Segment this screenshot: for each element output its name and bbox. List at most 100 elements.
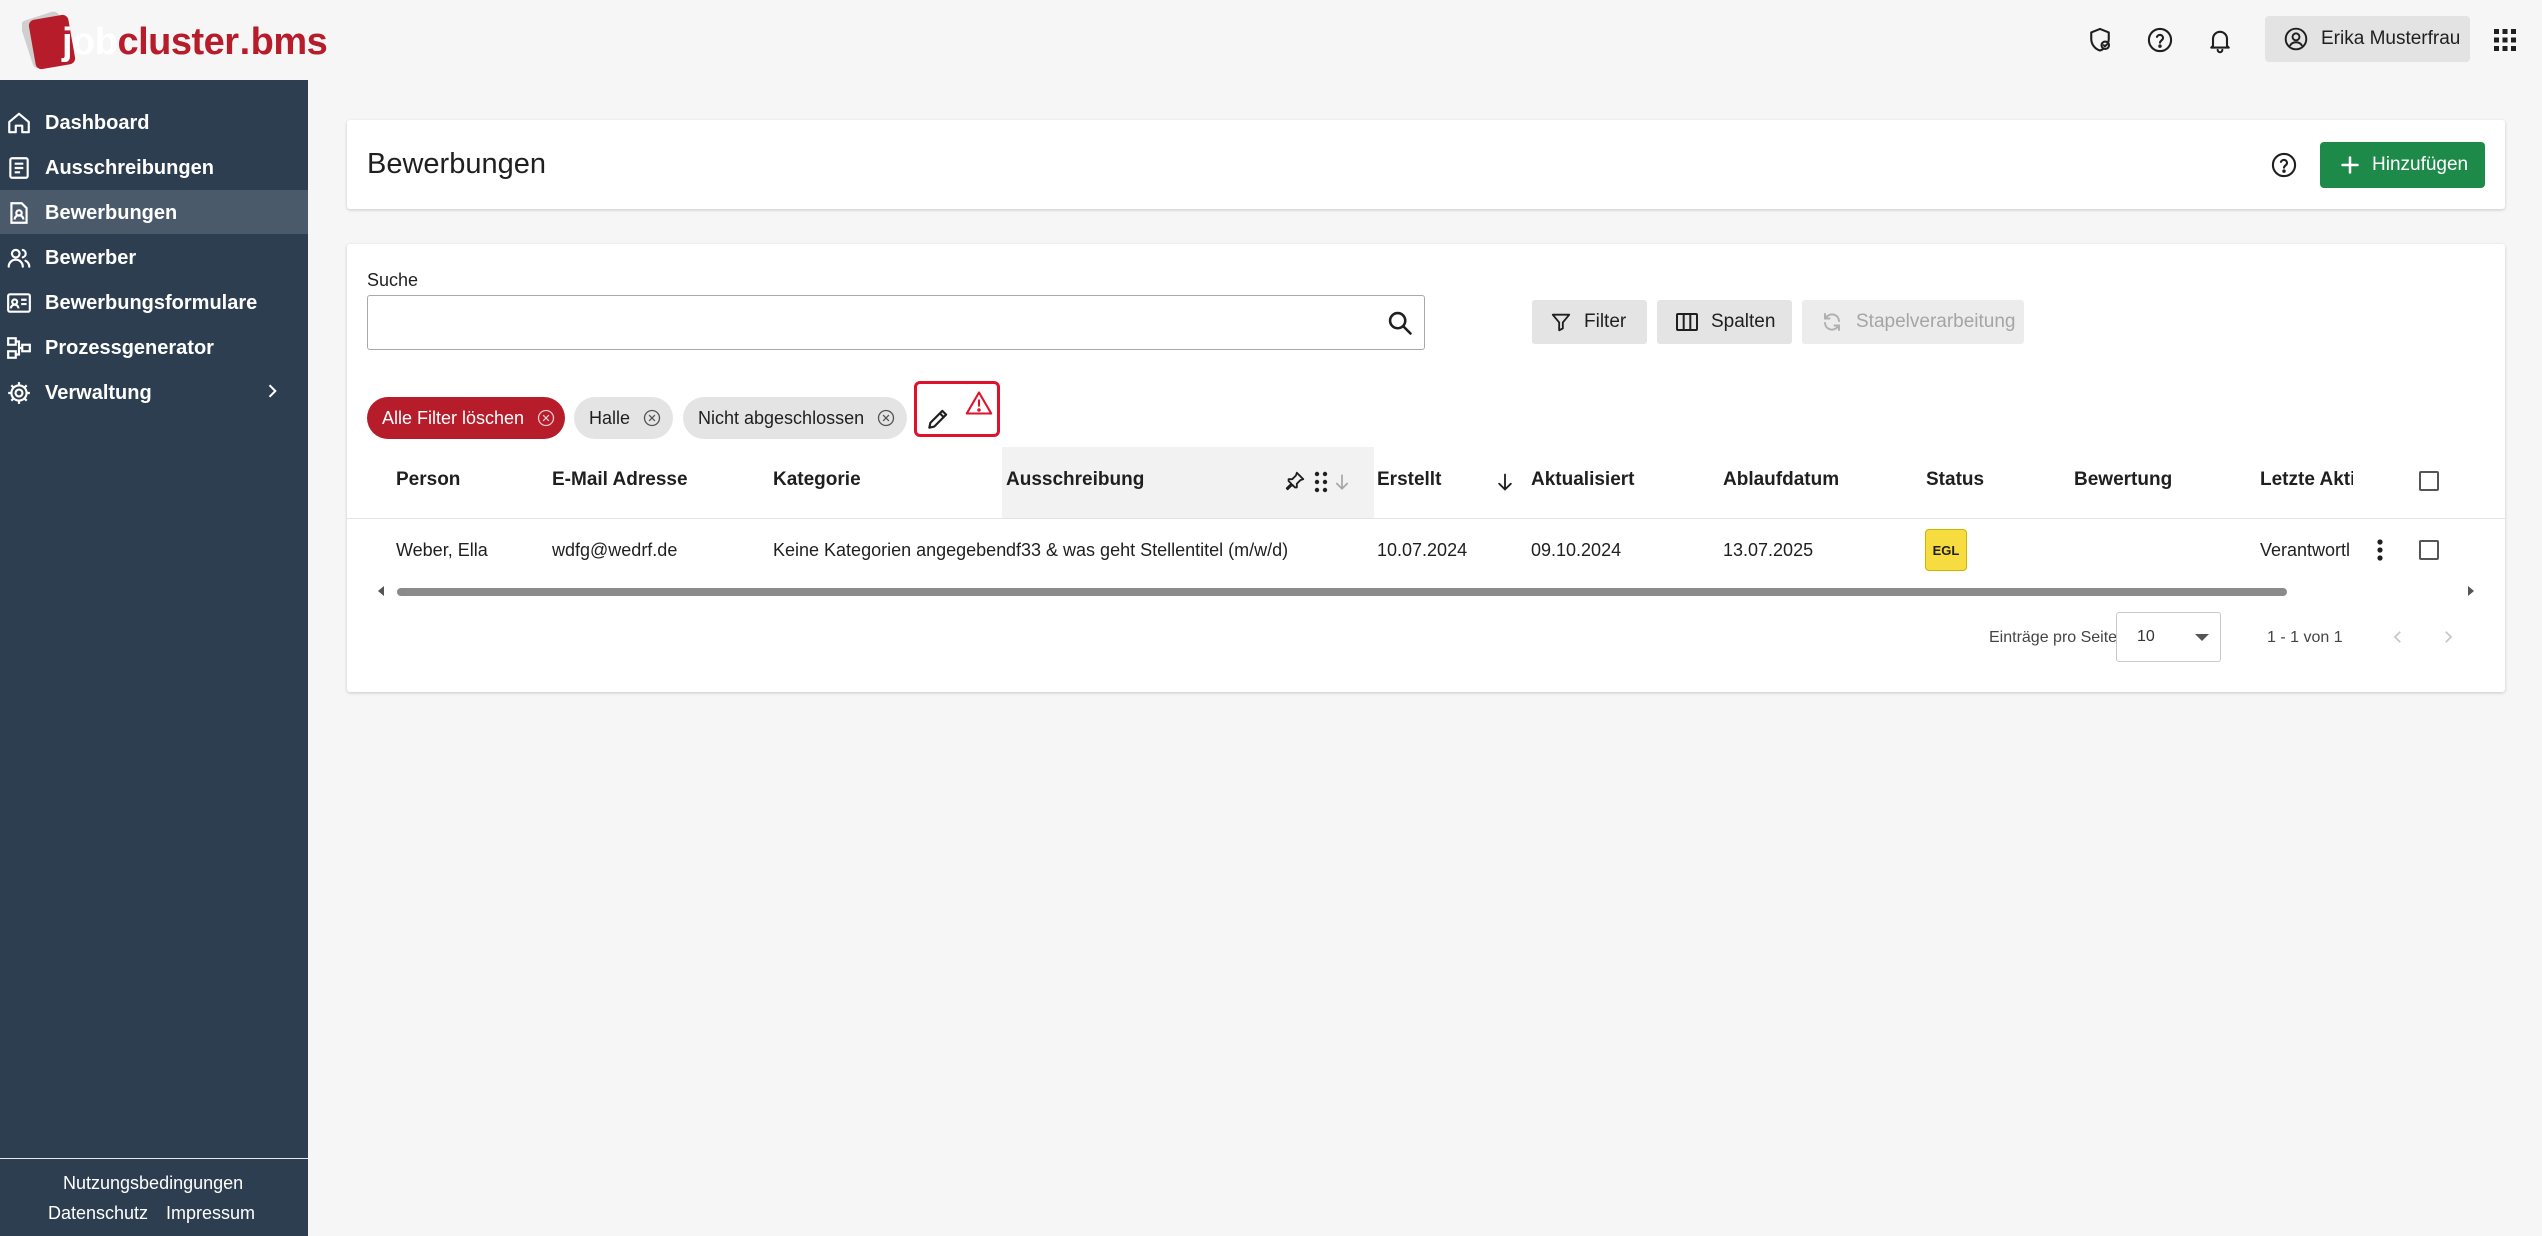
page-help-icon[interactable] (2267, 148, 2301, 182)
scroll-left-icon[interactable] (375, 585, 387, 597)
clear-all-filters-label: Alle Filter löschen (382, 407, 525, 428)
add-button-label: Hinzufügen (2372, 154, 2469, 175)
sidebar-item-ausschreibungen[interactable]: Ausschreibungen (0, 145, 308, 189)
header-divider (347, 518, 2505, 519)
column-header-rating[interactable]: Bewertung (2074, 469, 2172, 491)
column-header-category[interactable]: Kategorie (773, 469, 861, 491)
select-all-checkbox[interactable] (2419, 471, 2439, 491)
gear-icon (8, 382, 30, 404)
sidebar-item-bewerber[interactable]: Bewerber (0, 235, 308, 279)
sort-arrow-down-icon[interactable] (1333, 472, 1351, 492)
apps-grid-icon[interactable] (2487, 22, 2523, 58)
columns-button[interactable]: Spalten (1657, 300, 1792, 344)
sidebar-item-bewerbungsformulare[interactable]: Bewerbungsformulare (0, 280, 308, 324)
close-circle-icon[interactable] (642, 408, 662, 428)
terms-link[interactable]: Nutzungsbedingungen (63, 1173, 243, 1194)
applications-list-card: Suche Filter Spalten Stapelverarbeitung … (347, 244, 2505, 692)
top-bar: job cluster. bms Erika Musterfrau (0, 0, 2542, 80)
user-name: Erika Musterfrau (2321, 28, 2461, 49)
cell-person[interactable]: Weber, Ella (396, 540, 488, 561)
sidebar-item-dashboard[interactable]: Dashboard (0, 100, 308, 144)
edit-filter-warning-button[interactable] (914, 381, 1000, 437)
sidebar-item-label: Dashboard (45, 112, 150, 134)
cell-updated: 09.10.2024 (1531, 540, 1622, 560)
pin-icon[interactable] (1284, 470, 1306, 492)
process-icon (7, 337, 31, 359)
cell-category: Keine Kategorien angegeben (773, 540, 1007, 560)
column-header-posting[interactable]: Ausschreibung (1006, 469, 1144, 491)
batch-processing-label: Stapelverarbeitung (1856, 311, 2016, 332)
sync-icon (1824, 313, 1840, 331)
id-card-icon (7, 293, 31, 313)
column-header-updated[interactable]: Aktualisiert (1531, 469, 1634, 491)
cell-posting[interactable]: df33 & was geht Stellentitel (m/w/d) (1006, 540, 1288, 561)
sidebar-footer: Nutzungsbedingungen Datenschutz Impressu… (0, 1158, 308, 1223)
cell-last-action: Verantwortl (2260, 540, 2351, 560)
user-menu-button[interactable]: Erika Musterfrau (2265, 16, 2470, 62)
privacy-link[interactable]: Datenschutz (48, 1203, 148, 1224)
drag-handle-icon[interactable] (1314, 470, 1328, 494)
search-icon[interactable] (1386, 309, 1414, 337)
batch-processing-button[interactable]: Stapelverarbeitung (1802, 300, 2024, 344)
sidebar-item-bewerbungen[interactable]: Bewerbungen (0, 190, 308, 234)
sidebar-item-label: Prozessgenerator (45, 337, 214, 359)
chevron-right-icon (268, 384, 277, 398)
chevron-down-icon (2195, 634, 2209, 641)
previous-page-icon[interactable] (2389, 626, 2407, 648)
sidebar-item-label: Bewerber (45, 247, 137, 269)
filter-chip-label: Halle (589, 407, 631, 428)
filter-funnel-icon (1551, 313, 1571, 332)
per-page-select[interactable]: 10 (2116, 612, 2221, 662)
column-header-email[interactable]: E-Mail Adresse (552, 469, 688, 491)
sidebar-item-label: Bewerbungsformulare (45, 292, 258, 314)
sidebar-item-label: Ausschreibungen (45, 157, 214, 179)
help-icon[interactable] (2142, 22, 2178, 58)
column-header-last-action[interactable]: Letzte Akti (2260, 469, 2353, 491)
warning-icon (965, 391, 993, 415)
horizontal-scrollbar-thumb[interactable] (397, 588, 2287, 596)
search-input[interactable] (380, 306, 1370, 340)
sidebar-item-verwaltung[interactable]: Verwaltung (0, 370, 308, 414)
sidebar-item-label: Verwaltung (45, 382, 152, 404)
filter-button[interactable]: Filter (1532, 300, 1647, 344)
filter-chip-label: Nicht abgeschlossen (698, 407, 865, 428)
page-title: Bewerbungen (367, 148, 546, 180)
filter-chip-not-closed[interactable]: Nicht abgeschlossen (683, 397, 907, 439)
close-circle-icon[interactable] (536, 408, 556, 428)
row-select-checkbox[interactable] (2419, 540, 2439, 560)
per-page-value: 10 (2137, 628, 2155, 645)
column-header-status[interactable]: Status (1926, 469, 1984, 491)
home-icon (8, 112, 30, 134)
security-shield-icon[interactable] (2082, 22, 2118, 58)
column-header-created[interactable]: Erstellt (1377, 469, 1441, 491)
search-label: Suche (367, 270, 419, 290)
user-avatar-icon (2284, 27, 2308, 51)
column-header-person[interactable]: Person (396, 469, 460, 491)
page-header-card: Bewerbungen Hinzufügen (347, 120, 2505, 209)
cell-email[interactable]: wdfg@wedrf.de (552, 540, 677, 561)
jobcluster-logo[interactable]: job cluster. bms (22, 6, 328, 74)
clear-all-filters-chip[interactable]: Alle Filter löschen (367, 397, 565, 439)
scroll-right-icon[interactable] (2465, 585, 2477, 597)
plus-icon (2341, 156, 2359, 174)
notification-bell-icon[interactable] (2202, 22, 2238, 58)
status-badge[interactable]: EGL (1925, 529, 1967, 571)
filter-chip-halle[interactable]: Halle (574, 397, 673, 439)
cell-expiry: 13.07.2025 (1723, 540, 1814, 560)
add-button[interactable]: Hinzufügen (2320, 142, 2485, 188)
sidebar: Dashboard Ausschreibungen Bewerbungen Be… (0, 80, 308, 1236)
next-page-icon[interactable] (2439, 626, 2457, 648)
per-page-label: Einträge pro Seite (1989, 629, 2118, 646)
cell-created: 10.07.2024 (1377, 540, 1468, 560)
people-icon (7, 248, 31, 268)
pencil-icon (928, 409, 948, 429)
column-header-expiry[interactable]: Ablaufdatum (1723, 469, 1839, 491)
imprint-link[interactable]: Impressum (166, 1203, 255, 1224)
columns-icon (1676, 313, 1698, 331)
close-circle-icon[interactable] (876, 408, 896, 428)
sort-arrow-down-icon[interactable] (1495, 472, 1515, 492)
more-vertical-icon[interactable] (2368, 537, 2392, 563)
sidebar-item-prozessgenerator[interactable]: Prozessgenerator (0, 325, 308, 369)
search-field (367, 295, 1425, 350)
pagination-range: 1 - 1 von 1 (2267, 629, 2343, 646)
